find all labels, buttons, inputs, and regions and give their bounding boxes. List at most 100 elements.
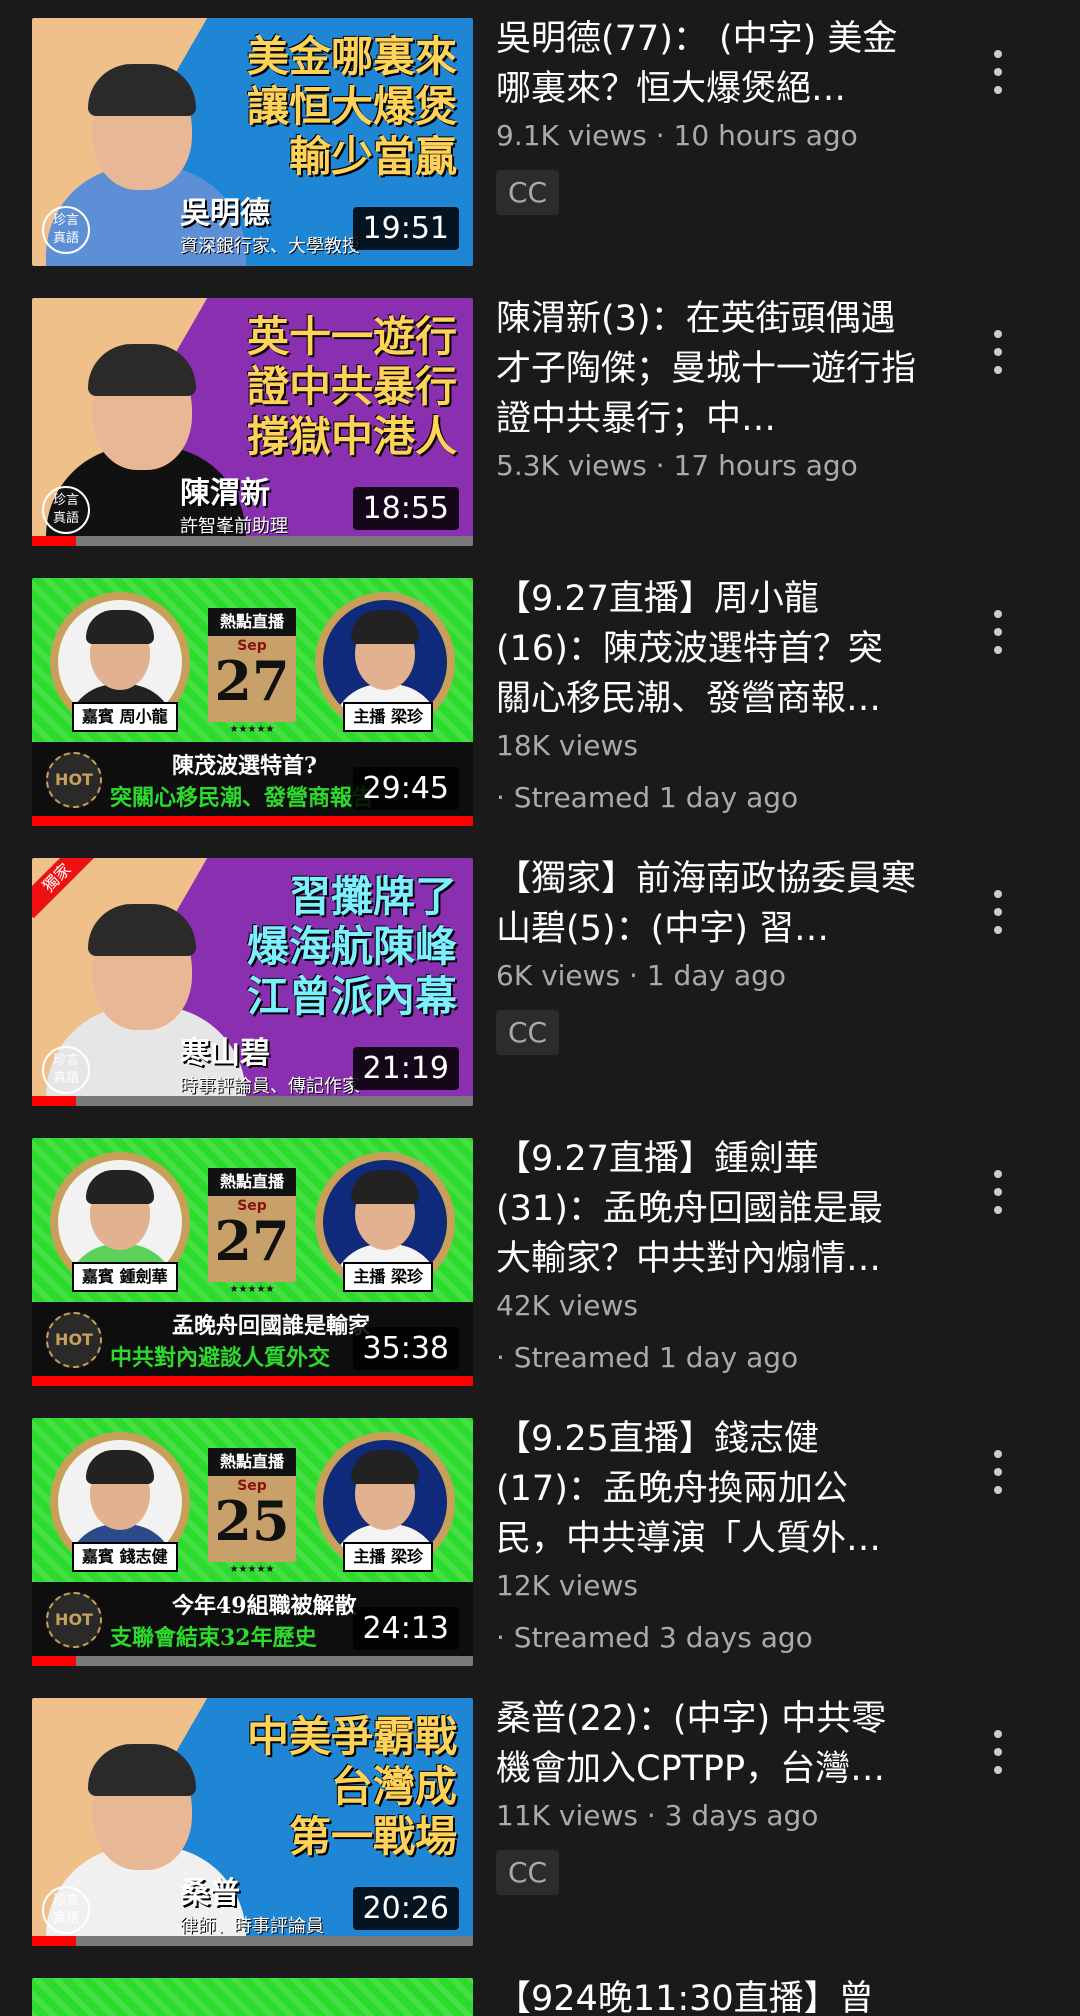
video-thumbnail[interactable]: 美金哪裏來 讓恒大爆煲 輸少當贏 吳明德 資深銀行家、大學教授 珍言 真語 19… bbox=[32, 18, 473, 266]
video-duration: 19:51 bbox=[352, 207, 459, 250]
video-item[interactable]: 中美爭霸戰 台灣成 第一戰場 桑普 律師、時事評論員 珍言 真語 20:26 桑… bbox=[0, 1680, 1080, 1960]
channel-logo-icon: 珍言 真語 bbox=[42, 1046, 90, 1094]
video-meta: 12K views bbox=[496, 1569, 638, 1602]
host-tag: 主播 梁珍 bbox=[343, 1542, 433, 1572]
video-info: 桑普(22)：(中字) 中共零機會加入CPTPP，台灣… 11K views · … bbox=[496, 1694, 916, 1895]
banner-line-2: 突關心移民潮、發營商報告 bbox=[110, 785, 375, 811]
video-meta: 6K views · 1 day ago bbox=[496, 959, 787, 992]
video-duration: 35:38 bbox=[352, 1327, 459, 1370]
video-info: 【924晚11:30直播】曾 bbox=[496, 1974, 916, 2016]
calendar-stars: ★★★★★ bbox=[229, 1564, 275, 1575]
watch-progress-bar bbox=[32, 816, 473, 826]
more-options-icon[interactable] bbox=[986, 1170, 1010, 1214]
calendar-day: 27 bbox=[214, 649, 290, 713]
video-item[interactable]: 【924晚11:30直播】曾 bbox=[0, 1960, 1080, 2016]
calendar-day: 27 bbox=[214, 1209, 290, 1273]
thumbnail-headline: 英十一遊行 證中共暴行 撐獄中港人 bbox=[246, 312, 457, 461]
video-meta: 5.3K views · 17 hours ago bbox=[496, 449, 858, 482]
banner-line-1: 陳茂波選特首? bbox=[172, 753, 317, 779]
guest-tag: 嘉賓 周小龍 bbox=[72, 702, 178, 732]
video-thumbnail[interactable]: 嘉賓 鍾劍華 主播 梁珍 熱點直播 Sep 27 ★★★★★ HOT 孟晚舟回國… bbox=[32, 1138, 473, 1386]
stream-date: · Streamed 3 days ago bbox=[496, 1621, 813, 1654]
video-item[interactable]: 習攤牌了 爆海航陳峰 江曾派內幕 寒山碧 時事評論員、傳記作家 珍言 真語 21… bbox=[0, 840, 1080, 1120]
video-info: 【獨家】前海南政協委員寒山碧(5)：(中字) 習… 6K views · 1 da… bbox=[496, 854, 916, 1055]
watch-progress-bar bbox=[32, 536, 473, 546]
video-title[interactable]: 【9.27直播】周小龍(16)：陳茂波選特首？突關心移民潮、發營商報… bbox=[496, 574, 916, 724]
calendar-stars: ★★★★★ bbox=[229, 724, 275, 735]
video-info: 【9.27直播】周小龍(16)：陳茂波選特首？突關心移民潮、發營商報… 18K v… bbox=[496, 574, 916, 818]
more-options-icon[interactable] bbox=[986, 890, 1010, 934]
thumbnail-headline: 中美爭霸戰 台灣成 第一戰場 bbox=[246, 1712, 457, 1861]
video-duration: 24:13 bbox=[352, 1607, 459, 1650]
channel-logo-icon: 珍言 真語 bbox=[42, 486, 90, 534]
video-thumbnail[interactable]: 嘉賓 周小龍 主播 梁珍 熱點直播 Sep 27 ★★★★★ HOT 陳茂波選特… bbox=[32, 578, 473, 826]
video-title[interactable]: 桑普(22)：(中字) 中共零機會加入CPTPP，台灣… bbox=[496, 1694, 916, 1794]
watch-progress-bar bbox=[32, 1096, 473, 1106]
video-title[interactable]: 【獨家】前海南政協委員寒山碧(5)：(中字) 習… bbox=[496, 854, 916, 954]
guest-tag: 嘉賓 鍾劍華 bbox=[72, 1262, 178, 1292]
watch-progress-bar bbox=[32, 1376, 473, 1386]
thumbnail-headline: 習攤牌了 爆海航陳峰 江曾派內幕 bbox=[246, 872, 457, 1021]
cc-badge: CC bbox=[496, 1850, 560, 1895]
watch-progress-bar bbox=[32, 1656, 473, 1666]
video-title[interactable]: 【9.27直播】鍾劍華(31)：孟晚舟回國誰是最大輸家？中共對內煽情… bbox=[496, 1134, 916, 1284]
banner-line-2: 中共對內避談人質外交 bbox=[110, 1345, 331, 1371]
video-thumbnail[interactable]: 習攤牌了 爆海航陳峰 江曾派內幕 寒山碧 時事評論員、傳記作家 珍言 真語 21… bbox=[32, 858, 473, 1106]
video-title[interactable]: 【924晚11:30直播】曾 bbox=[496, 1974, 916, 2016]
live-date-calendar: 熱點直播 Sep 27 ★★★★★ bbox=[208, 608, 296, 738]
hot-badge-icon: HOT bbox=[46, 1312, 102, 1368]
more-options-icon[interactable] bbox=[986, 330, 1010, 374]
cc-badge: CC bbox=[496, 170, 560, 215]
video-item[interactable]: 美金哪裏來 讓恒大爆煲 輸少當贏 吳明德 資深銀行家、大學教授 珍言 真語 19… bbox=[0, 0, 1080, 280]
video-thumbnail[interactable]: 英十一遊行 證中共暴行 撐獄中港人 陳渭新 許智峯前助理 珍言 真語 18:55 bbox=[32, 298, 473, 546]
video-item[interactable]: 嘉賓 鍾劍華 主播 梁珍 熱點直播 Sep 27 ★★★★★ HOT 孟晚舟回國… bbox=[0, 1120, 1080, 1400]
banner-line-1: 今年49組職被解散 bbox=[172, 1593, 357, 1619]
calendar-heading: 熱點直播 bbox=[208, 1168, 296, 1196]
watch-progress-bar bbox=[32, 1936, 473, 1946]
video-info: 陳渭新(3)：在英街頭偶遇才子陶傑；曼城十一遊行指證中共暴行；中… 5.3K vi… bbox=[496, 294, 916, 486]
video-duration: 21:19 bbox=[352, 1047, 459, 1090]
calendar-heading: 熱點直播 bbox=[208, 1448, 296, 1476]
guest-tag: 嘉賓 錢志健 bbox=[72, 1542, 178, 1572]
video-title[interactable]: 【9.25直播】錢志健(17)：孟晚舟換兩加公民，中共導演「人質外… bbox=[496, 1414, 916, 1564]
live-date-calendar: 熱點直播 Sep 25 ★★★★★ bbox=[208, 1448, 296, 1578]
more-options-icon[interactable] bbox=[986, 610, 1010, 654]
speaker-name: 寒山碧 bbox=[180, 1036, 270, 1071]
video-list: 美金哪裏來 讓恒大爆煲 輸少當贏 吳明德 資深銀行家、大學教授 珍言 真語 19… bbox=[0, 0, 1080, 2016]
speaker-role: 律師、時事評論員 bbox=[180, 1916, 324, 1937]
speaker-role: 時事評論員、傳記作家 bbox=[180, 1076, 360, 1097]
speaker-name: 吳明德 bbox=[180, 196, 270, 231]
video-title[interactable]: 陳渭新(3)：在英街頭偶遇才子陶傑；曼城十一遊行指證中共暴行；中… bbox=[496, 294, 916, 444]
host-tag: 主播 梁珍 bbox=[343, 1262, 433, 1292]
speaker-role: 許智峯前助理 bbox=[180, 516, 288, 537]
video-thumbnail[interactable]: 嘉賓 錢志健 主播 梁珍 熱點直播 Sep 25 ★★★★★ HOT 今年49組… bbox=[32, 1418, 473, 1666]
channel-logo-icon: 珍言 真語 bbox=[42, 206, 90, 254]
video-meta: 42K views bbox=[496, 1289, 638, 1322]
video-duration: 20:26 bbox=[352, 1887, 459, 1930]
video-item[interactable]: 嘉賓 錢志健 主播 梁珍 熱點直播 Sep 25 ★★★★★ HOT 今年49組… bbox=[0, 1400, 1080, 1680]
video-duration: 29:45 bbox=[352, 767, 459, 810]
hot-badge-icon: HOT bbox=[46, 752, 102, 808]
video-info: 【9.27直播】鍾劍華(31)：孟晚舟回國誰是最大輸家？中共對內煽情… 42K v… bbox=[496, 1134, 916, 1378]
video-thumbnail[interactable]: 中美爭霸戰 台灣成 第一戰場 桑普 律師、時事評論員 珍言 真語 20:26 bbox=[32, 1698, 473, 1946]
video-meta: 9.1K views · 10 hours ago bbox=[496, 119, 858, 152]
thumbnail-headline: 美金哪裏來 讓恒大爆煲 輸少當贏 bbox=[246, 32, 457, 181]
speaker-name: 陳渭新 bbox=[180, 476, 270, 511]
calendar-heading: 熱點直播 bbox=[208, 608, 296, 636]
more-options-icon[interactable] bbox=[986, 1730, 1010, 1774]
video-title[interactable]: 吳明德(77)： (中字) 美金哪裏來？恒大爆煲絕… bbox=[496, 14, 916, 114]
speaker-role: 資深銀行家、大學教授 bbox=[180, 236, 360, 257]
banner-line-2: 支聯會結束32年歷史 bbox=[110, 1625, 317, 1651]
video-duration: 18:55 bbox=[352, 487, 459, 530]
more-options-icon[interactable] bbox=[986, 1450, 1010, 1494]
speaker-name: 桑普 bbox=[180, 1876, 240, 1911]
video-thumbnail[interactable] bbox=[32, 1978, 473, 2016]
video-item[interactable]: 英十一遊行 證中共暴行 撐獄中港人 陳渭新 許智峯前助理 珍言 真語 18:55… bbox=[0, 280, 1080, 560]
channel-logo-icon: 珍言 真語 bbox=[42, 1886, 90, 1934]
video-meta: 18K views bbox=[496, 729, 638, 762]
video-item[interactable]: 嘉賓 周小龍 主播 梁珍 熱點直播 Sep 27 ★★★★★ HOT 陳茂波選特… bbox=[0, 560, 1080, 840]
hot-badge-icon: HOT bbox=[46, 1592, 102, 1648]
more-options-icon[interactable] bbox=[986, 50, 1010, 94]
cc-badge: CC bbox=[496, 1010, 560, 1055]
video-info: 吳明德(77)： (中字) 美金哪裏來？恒大爆煲絕… 9.1K views · 1… bbox=[496, 14, 916, 215]
